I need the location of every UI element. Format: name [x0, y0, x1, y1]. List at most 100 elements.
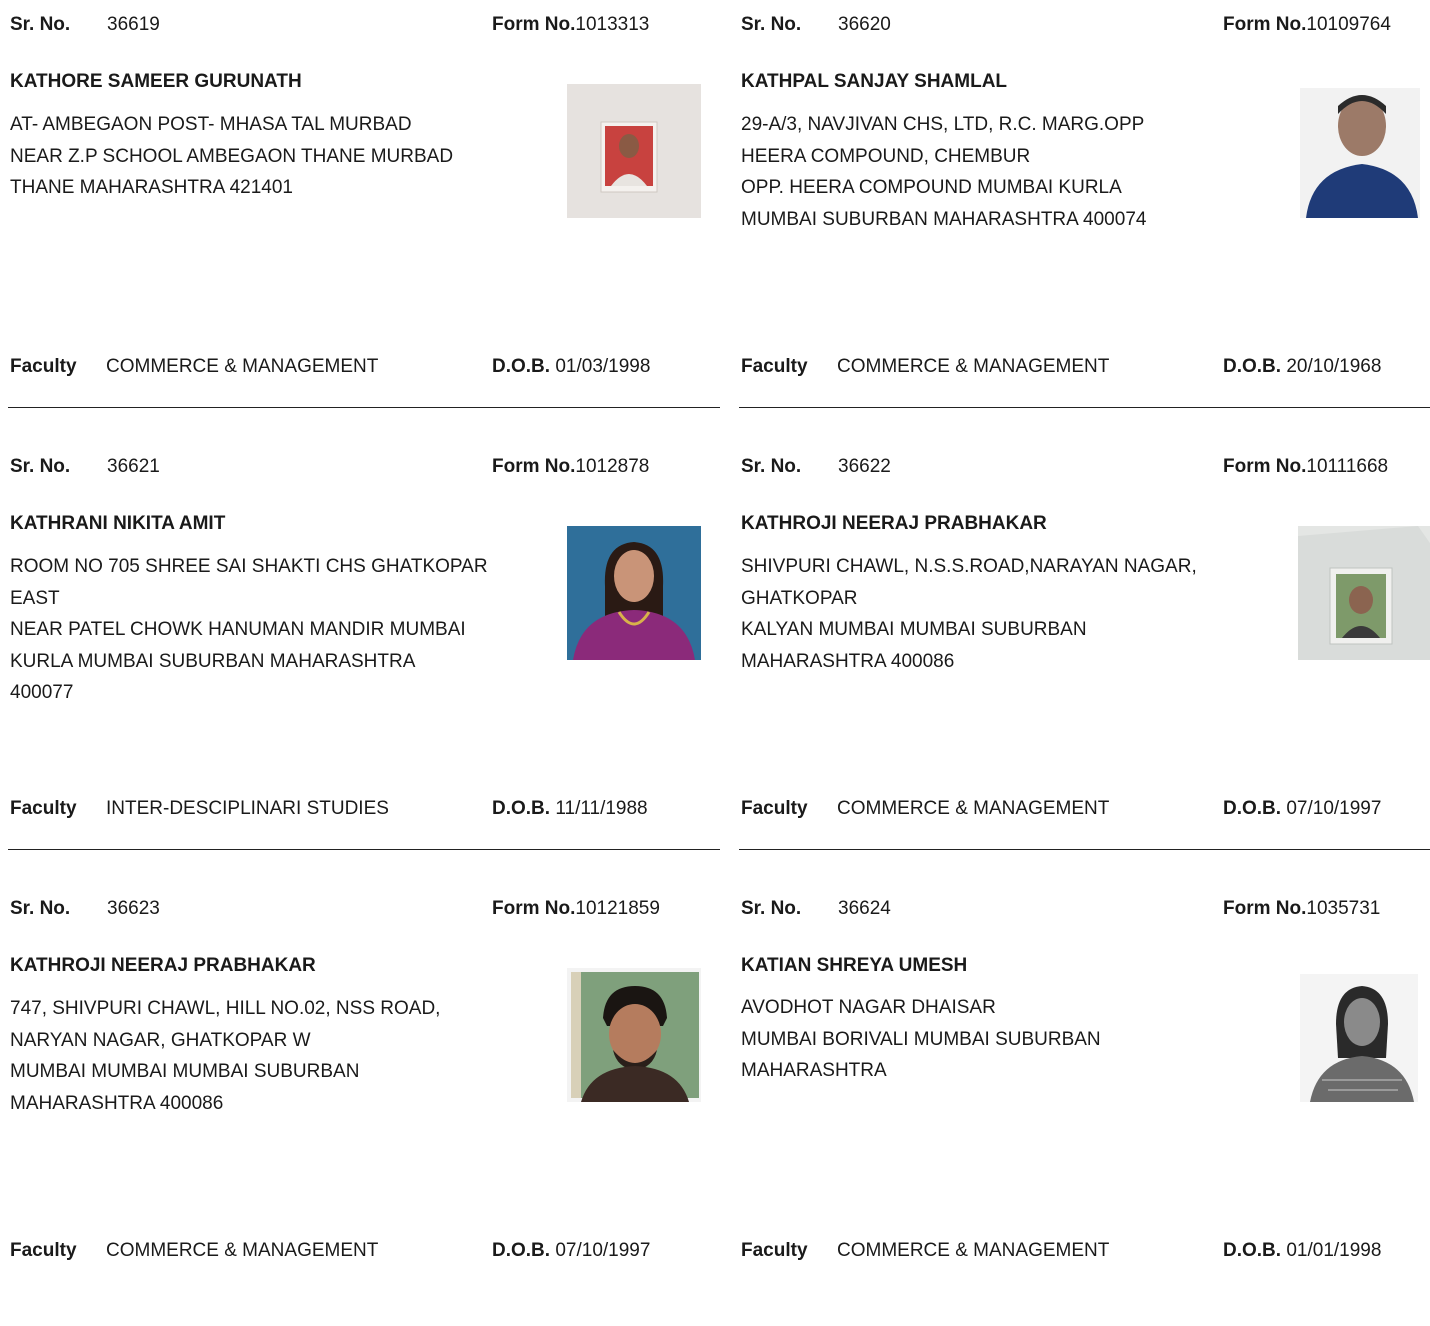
faculty-value: COMMERCE & MANAGEMENT: [106, 1240, 379, 1261]
form-no-label: Form No.: [492, 456, 576, 477]
form-no-label: Form No.: [1223, 898, 1307, 919]
student-name: KATHRANI NIKITA AMIT: [10, 513, 226, 534]
address-line: NEAR PATEL CHOWK HANUMAN MANDIR MUMBAI: [10, 619, 466, 640]
address-line: SHIVPURI CHAWL, N.S.S.ROAD,NARAYAN NAGAR…: [741, 556, 1197, 577]
faculty-label: Faculty: [10, 356, 77, 377]
record-header: Sr. No. 36620 Form No.10109764: [741, 14, 1430, 40]
student-photo: [1298, 84, 1430, 218]
address-line: KURLA MUMBAI SUBURBAN MAHARASHTRA: [10, 650, 416, 672]
student-name: KATHROJI NEERAJ PRABHAKAR: [10, 955, 316, 976]
form-no-label: Form No.: [1223, 14, 1307, 35]
divider: [8, 407, 720, 408]
faculty-label: Faculty: [10, 1240, 77, 1261]
record-footer: Faculty COMMERCE & MANAGEMENT D.O.B. 01/…: [741, 1240, 1430, 1266]
address-line: NEAR Z.P SCHOOL AMBEGAON THANE MURBAD: [10, 145, 454, 167]
dob-label: D.O.B.: [492, 356, 551, 377]
faculty-label: Faculty: [10, 798, 77, 819]
address: 747, SHIVPURI CHAWL, HILL NO.02, NSS ROA…: [10, 993, 555, 1119]
sr-no-label: Sr. No.: [10, 898, 71, 919]
student-name: KATHORE SAMEER GURUNATH: [10, 71, 302, 92]
student-name: KATIAN SHREYA UMESH: [741, 955, 968, 976]
sr-no-label: Sr. No.: [741, 14, 802, 35]
faculty-value: COMMERCE & MANAGEMENT: [837, 798, 1110, 819]
form-no-value: 1013313: [575, 14, 650, 35]
record-footer: Faculty COMMERCE & MANAGEMENT D.O.B. 20/…: [741, 356, 1430, 382]
address: AT- AMBEGAON POST- MHASA TAL MURBAD NEAR…: [10, 109, 555, 204]
form-no-value: 10109764: [1306, 14, 1391, 35]
record-card: Sr. No. 36621 Form No.1012878 KATHRANI N…: [8, 442, 720, 884]
address-line: MAHARASHTRA 400086: [10, 1092, 224, 1114]
address-line: HEERA COMPOUND, CHEMBUR: [741, 145, 1031, 167]
faculty-value: INTER-DESCIPLINARI STUDIES: [106, 798, 389, 819]
sr-no-label: Sr. No.: [741, 456, 802, 477]
address-line: MAHARASHTRA 400086: [741, 650, 955, 672]
faculty-value: COMMERCE & MANAGEMENT: [837, 356, 1110, 377]
address-line: 400077: [10, 682, 74, 703]
form-no-label: Form No.: [492, 898, 576, 919]
dob-value: 01/01/1998: [1286, 1240, 1382, 1261]
record-footer: Faculty COMMERCE & MANAGEMENT D.O.B. 07/…: [741, 798, 1430, 824]
address-line: MUMBAI SUBURBAN MAHARASHTRA 400074: [741, 208, 1147, 230]
record-footer: Faculty COMMERCE & MANAGEMENT D.O.B. 07/…: [10, 1240, 720, 1266]
dob-label: D.O.B.: [1223, 1240, 1282, 1261]
form-no-label: Form No.: [492, 14, 576, 35]
address-line: 29-A/3, NAVJIVAN CHS, LTD, R.C. MARG.OPP: [741, 114, 1145, 135]
record-header: Sr. No. 36624 Form No.1035731: [741, 898, 1430, 924]
sr-no-value: 36624: [838, 898, 891, 919]
sr-no-value: 36621: [107, 456, 160, 477]
record-header: Sr. No. 36623 Form No.10121859: [10, 898, 720, 924]
form-no-value: 1012878: [575, 456, 650, 477]
student-photo: [567, 84, 701, 218]
sr-no-label: Sr. No.: [741, 898, 802, 919]
divider: [739, 407, 1430, 408]
record-header: Sr. No. 36619 Form No.1013313: [10, 14, 720, 40]
sr-no-label: Sr. No.: [10, 14, 71, 35]
sr-no-value: 36619: [107, 14, 160, 35]
address: SHIVPURI CHAWL, N.S.S.ROAD,NARAYAN NAGAR…: [741, 551, 1286, 677]
record-footer: Faculty INTER-DESCIPLINARI STUDIES D.O.B…: [10, 798, 720, 824]
address-line: MUMBAI BORIVALI MUMBAI SUBURBAN: [741, 1028, 1101, 1050]
faculty-value: COMMERCE & MANAGEMENT: [106, 356, 379, 377]
address: 29-A/3, NAVJIVAN CHS, LTD, R.C. MARG.OPP…: [741, 109, 1286, 235]
address-line: AT- AMBEGAON POST- MHASA TAL MURBAD: [10, 114, 412, 135]
form-no-value: 10121859: [575, 898, 660, 919]
faculty-label: Faculty: [741, 798, 808, 819]
student-name: KATHPAL SANJAY SHAMLAL: [741, 71, 1008, 92]
address-line: 747, SHIVPURI CHAWL, HILL NO.02, NSS ROA…: [10, 998, 441, 1019]
address: ROOM NO 705 SHREE SAI SHAKTI CHS GHATKOP…: [10, 551, 555, 709]
record-card: Sr. No. 36622 Form No.10111668 KATHROJI …: [739, 442, 1430, 884]
student-photo: [567, 968, 701, 1102]
divider: [739, 849, 1430, 850]
record-card: Sr. No. 36623 Form No.10121859 KATHROJI …: [10, 884, 720, 1326]
dob-value: 11/11/1988: [555, 798, 648, 819]
dob-value: 07/10/1997: [555, 1240, 651, 1261]
address: AVODHOT NAGAR DHAISAR MUMBAI BORIVALI MU…: [741, 992, 1286, 1087]
record-card: Sr. No. 36624 Form No.1035731 KATIAN SHR…: [741, 884, 1430, 1326]
address-line: THANE MAHARASHTRA 421401: [10, 177, 293, 198]
faculty-value: COMMERCE & MANAGEMENT: [837, 1240, 1110, 1261]
address-line: NARYAN NAGAR, GHATKOPAR W: [10, 1029, 311, 1051]
form-no-value: 10111668: [1306, 456, 1389, 477]
dob-label: D.O.B.: [1223, 356, 1282, 377]
address-line: GHATKOPAR: [741, 587, 858, 609]
sr-no-label: Sr. No.: [10, 456, 71, 477]
record-card: Sr. No. 36620 Form No.10109764 KATHPAL S…: [739, 0, 1430, 442]
faculty-label: Faculty: [741, 1240, 808, 1261]
student-photo: [1298, 526, 1430, 660]
address-line: AVODHOT NAGAR DHAISAR: [741, 997, 996, 1018]
record-header: Sr. No. 36621 Form No.1012878: [10, 456, 720, 482]
address-line: KALYAN MUMBAI MUMBAI SUBURBAN: [741, 619, 1087, 640]
dob-value: 07/10/1997: [1286, 798, 1382, 819]
divider: [8, 849, 720, 850]
form-no-label: Form No.: [1223, 456, 1307, 477]
student-name: KATHROJI NEERAJ PRABHAKAR: [741, 513, 1047, 534]
address-line: MAHARASHTRA: [741, 1060, 887, 1081]
dob-label: D.O.B.: [1223, 798, 1282, 819]
address-line: OPP. HEERA COMPOUND MUMBAI KURLA: [741, 177, 1122, 198]
form-no-value: 1035731: [1306, 898, 1381, 919]
sr-no-value: 36623: [107, 898, 160, 919]
address-line: ROOM NO 705 SHREE SAI SHAKTI CHS GHATKOP…: [10, 556, 488, 577]
sr-no-value: 36620: [838, 14, 891, 35]
student-photo: [567, 526, 701, 660]
student-photo: [1298, 968, 1430, 1102]
